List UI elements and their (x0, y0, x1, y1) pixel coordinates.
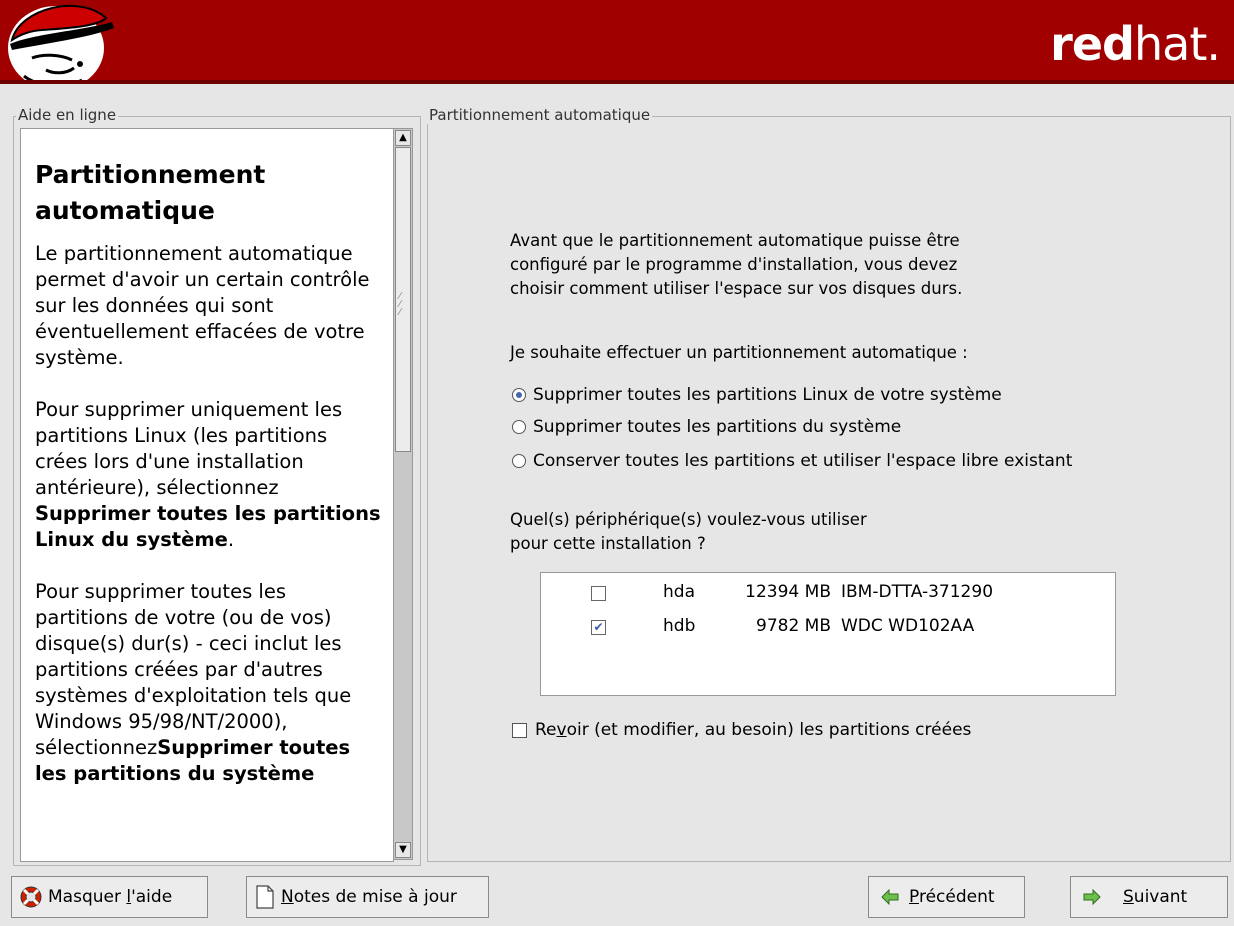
next-button[interactable]: Suivant (1070, 876, 1228, 918)
help-text-area[interactable]: Partitionnement automatique Le partition… (20, 128, 394, 862)
back-label: Précédent (909, 887, 995, 907)
checkbox-unchecked-icon[interactable] (591, 586, 606, 601)
intro-text: Avant que le partitionnement automatique… (510, 231, 963, 298)
hide-help-label: Masquer l'aide (48, 887, 173, 907)
device-list[interactable]: hda 12394 MB IBM-DTTA-371290 ✔ hdb 9782 … (540, 572, 1116, 696)
device-row-hdb[interactable]: ✔ hdb 9782 MB WDC WD102AA (541, 613, 1115, 643)
help-paragraph-2: Pour supprimer uniquement les partitions… (35, 398, 381, 551)
hide-help-button[interactable]: Masquer l'aide (11, 876, 208, 918)
radio-selected-icon[interactable] (512, 388, 526, 402)
scrollbar-grip-icon: ⁄ ⁄ ⁄ (399, 291, 401, 318)
scrollbar-thumb[interactable]: ⁄ ⁄ ⁄ (395, 147, 411, 452)
help-paragraph-3: Pour supprimer toutes les partitions de … (35, 580, 352, 785)
main-frame (427, 116, 1231, 862)
scroll-down-arrow-icon[interactable]: ▼ (395, 842, 411, 858)
checkbox-unchecked-icon[interactable] (512, 722, 527, 738)
release-notes-button[interactable]: Notes de mise à jour (246, 876, 489, 918)
release-notes-label: Notes de mise à jour (281, 887, 457, 907)
arrow-right-icon (1083, 889, 1101, 905)
shadowman-logo-icon (8, 4, 114, 84)
review-partitions-label: Revoir (et modifier, au besoin) les part… (535, 720, 972, 740)
help-title: Partitionnement automatique (35, 160, 266, 225)
partition-question: Je souhaite effectuer un partitionnement… (510, 343, 968, 362)
header-banner: redhat. (0, 0, 1234, 84)
checkbox-checked-icon[interactable]: ✔ (591, 620, 606, 635)
help-frame-label: Aide en ligne (16, 106, 119, 124)
next-label: Suivant (1123, 887, 1188, 907)
redhat-wordmark: redhat. (1050, 17, 1221, 71)
radio-remove-linux-partitions[interactable]: Supprimer toutes les partitions Linux de… (512, 383, 1002, 407)
help-paragraph-1: Le partitionnement automatique permet d'… (35, 242, 370, 369)
review-partitions-checkbox[interactable]: Revoir (et modifier, au besoin) les part… (512, 718, 971, 742)
device-row-hda[interactable]: hda 12394 MB IBM-DTTA-371290 (541, 579, 1115, 609)
radio-remove-all-partitions[interactable]: Supprimer toutes les partitions du systè… (512, 415, 901, 439)
devices-question: Quel(s) périphérique(s) voulez-vous util… (510, 510, 867, 553)
help-scrollbar[interactable]: ▲ ⁄ ⁄ ⁄ ▼ (393, 128, 413, 860)
main-frame-label: Partitionnement automatique (427, 106, 653, 124)
scroll-up-arrow-icon[interactable]: ▲ (395, 130, 411, 146)
lifebuoy-icon (20, 886, 42, 908)
radio-unselected-icon[interactable] (512, 420, 526, 434)
document-icon (256, 885, 274, 909)
back-button[interactable]: Précédent (868, 876, 1025, 918)
radio-keep-partitions[interactable]: Conserver toutes les partitions et utili… (512, 449, 1072, 473)
arrow-left-icon (881, 889, 899, 905)
radio-unselected-icon[interactable] (512, 454, 526, 468)
